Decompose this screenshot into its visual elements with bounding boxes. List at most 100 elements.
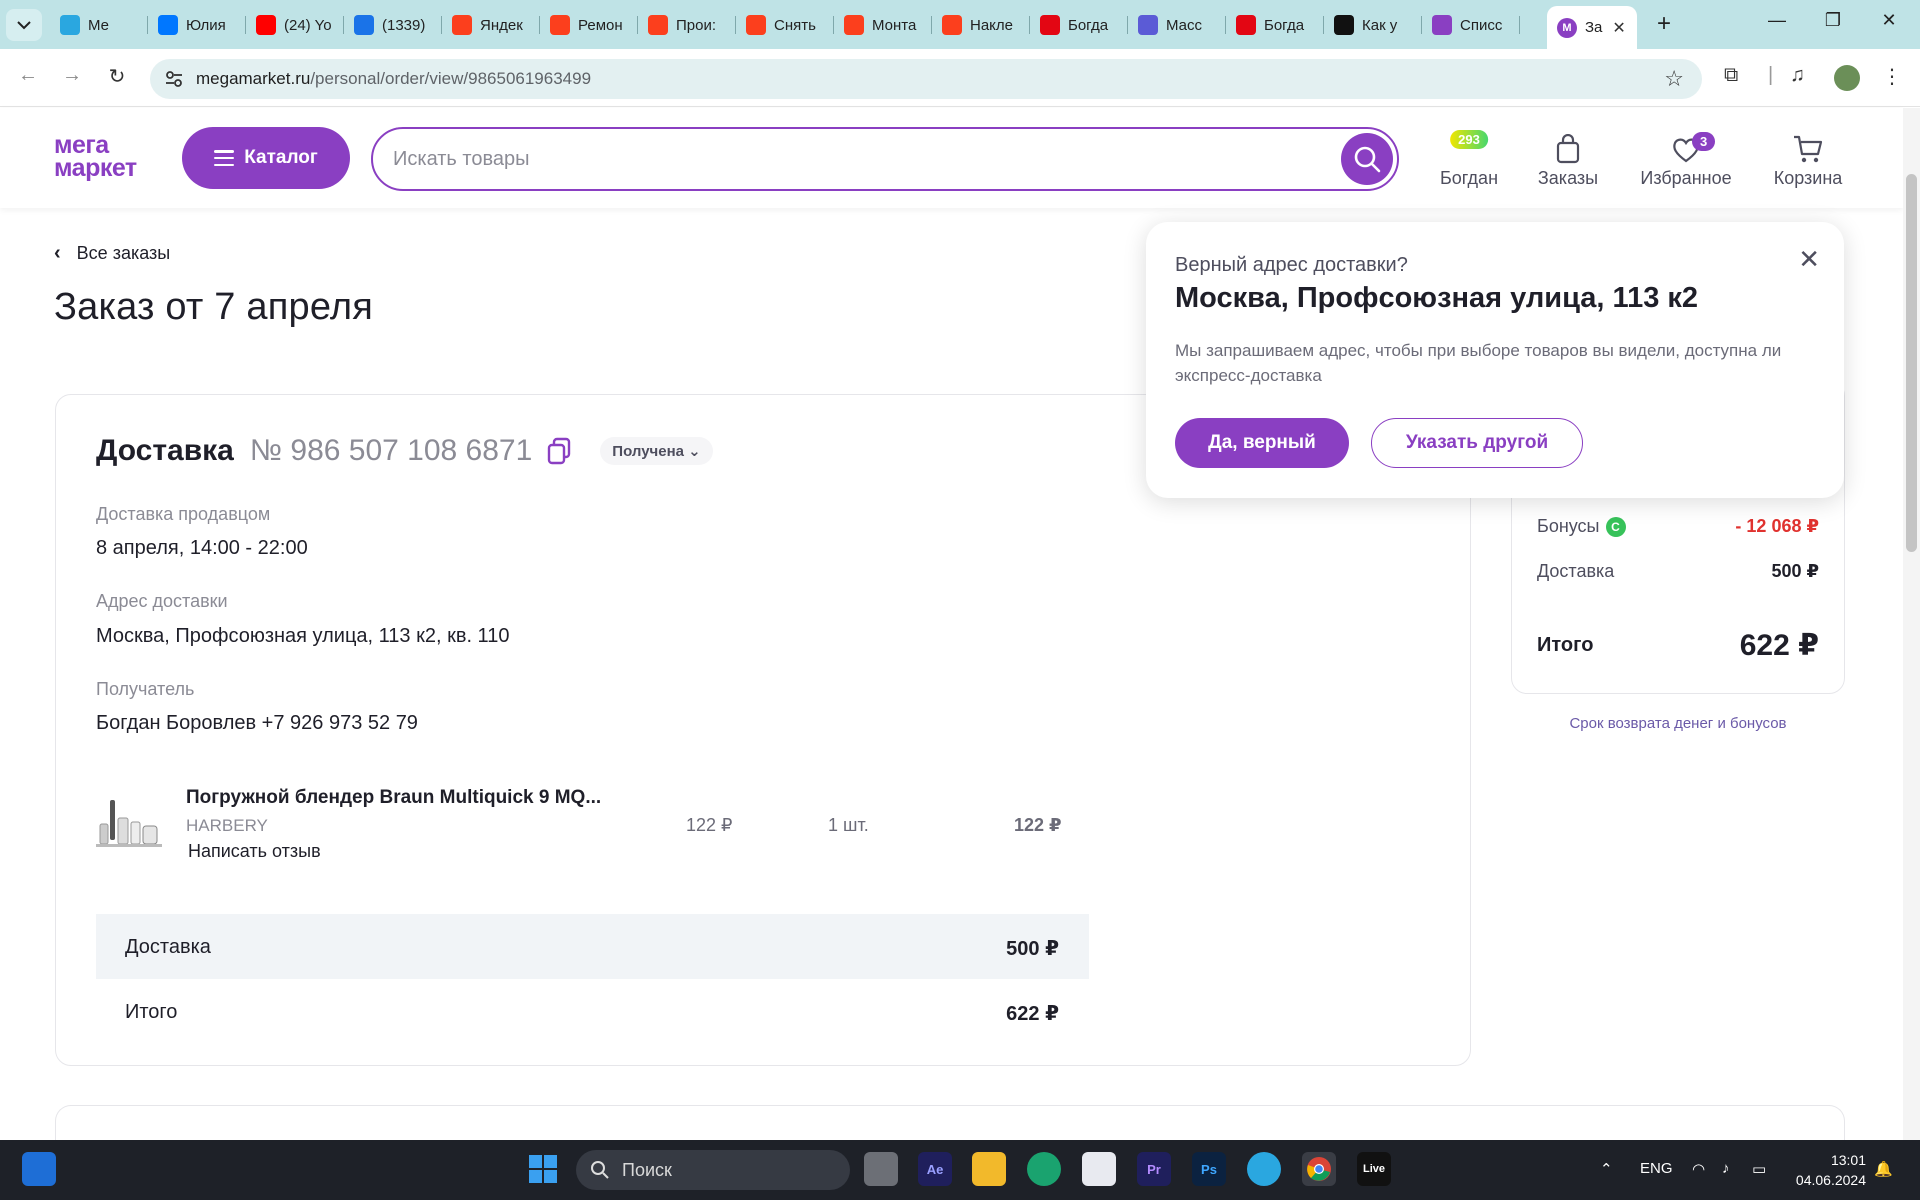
tab-title: Юлия: [186, 16, 226, 34]
tab-active[interactable]: M За ✕: [1547, 6, 1637, 49]
store-icon[interactable]: [1082, 1152, 1116, 1186]
profile-avatar[interactable]: [1834, 65, 1860, 91]
delivery-method-value: 8 апреля, 14:00 - 22:00: [96, 537, 308, 559]
browser-tab[interactable]: Монта: [834, 6, 932, 44]
close-window-button[interactable]: ✕: [1874, 10, 1904, 31]
site-settings-icon[interactable]: [164, 69, 184, 89]
premiere-icon[interactable]: Pr: [1137, 1152, 1171, 1186]
delivery-cost-value: 500 ₽: [1006, 938, 1059, 960]
browser-tab[interactable]: Яндек: [442, 6, 540, 44]
browser-tab[interactable]: Ремон: [540, 6, 638, 44]
taskbar-search[interactable]: Поиск: [576, 1150, 850, 1190]
recipient-label: Получатель: [96, 679, 195, 699]
windows-taskbar: Поиск Ae Pr Ps Live ⌃ ENG ◠ ♪ ▭ 13:01 04…: [0, 1140, 1920, 1200]
tab-title: Прои:: [676, 16, 717, 34]
refund-terms-link[interactable]: Срок возврата денег и бонусов: [1511, 715, 1845, 732]
reload-button[interactable]: ↻: [103, 64, 131, 89]
media-control-icon[interactable]: ♫: [1790, 64, 1805, 87]
cart-label: Корзина: [1773, 168, 1843, 188]
browser-tab[interactable]: Богда: [1030, 6, 1128, 44]
scrollbar-thumb[interactable]: [1906, 174, 1917, 552]
task-view-icon[interactable]: [864, 1152, 898, 1186]
product-name[interactable]: Погружной блендер Braun Multiquick 9 MQ.…: [186, 787, 601, 809]
bookmark-star-icon[interactable]: ☆: [1664, 66, 1684, 92]
volume-icon[interactable]: ♪: [1722, 1160, 1730, 1177]
back-button[interactable]: ←: [14, 64, 42, 87]
search-input[interactable]: [393, 145, 1273, 173]
browser-menu-icon[interactable]: ⋮: [1882, 64, 1902, 89]
close-icon[interactable]: ✕: [1798, 244, 1820, 275]
wifi-icon[interactable]: ◠: [1692, 1160, 1705, 1178]
write-review-link[interactable]: Написать отзыв: [188, 841, 321, 862]
delivery-cost-label: Доставка: [125, 936, 211, 958]
page-scrollbar[interactable]: [1903, 108, 1920, 1140]
clock-time: 13:01: [1830, 1152, 1866, 1168]
address-value: Москва, Профсоюзная улица, 113 к2, кв. 1…: [96, 625, 510, 647]
bonus-coin-icon: C: [1605, 517, 1626, 538]
telegram-icon[interactable]: [1247, 1152, 1281, 1186]
browser-tab[interactable]: Юлия: [148, 6, 246, 44]
browser-tab[interactable]: Списс: [1422, 6, 1520, 44]
megamarket-logo[interactable]: мега маркет: [54, 133, 137, 182]
start-button[interactable]: [526, 1152, 560, 1186]
live-app-icon[interactable]: Live: [1357, 1152, 1391, 1186]
search-button[interactable]: [1341, 133, 1393, 185]
extensions-icon[interactable]: ⧉: [1724, 64, 1738, 87]
tab-search-button[interactable]: [6, 9, 42, 41]
after-effects-icon[interactable]: Ae: [918, 1152, 952, 1186]
status-dropdown[interactable]: Получена ⌄: [600, 437, 713, 465]
favorites-count-badge: 3: [1692, 132, 1716, 151]
photoshop-icon[interactable]: Ps: [1192, 1152, 1226, 1186]
orders-link[interactable]: Заказы: [1536, 130, 1600, 189]
tab-favicon: [1334, 15, 1354, 35]
browser-tab[interactable]: (24) Yo: [246, 6, 344, 44]
tab-favicon: [844, 15, 864, 35]
browser-tab[interactable]: Прои:: [638, 6, 736, 44]
browser-tab[interactable]: Богда: [1226, 6, 1324, 44]
product-image[interactable]: [96, 796, 164, 850]
browser-tab-bar: Ме Юлия (24) Yo (1339) Яндек Ремон Прои: Снять М…: [0, 0, 1920, 49]
notifications-bell-icon[interactable]: 🔔: [1874, 1160, 1893, 1178]
browser-tab[interactable]: Масс: [1128, 6, 1226, 44]
new-tab-button[interactable]: +: [1650, 10, 1678, 38]
minimize-button[interactable]: —: [1762, 10, 1792, 31]
battery-icon[interactable]: ▭: [1752, 1160, 1766, 1178]
summary-delivery-label: Доставка: [1537, 561, 1615, 581]
browser-tab[interactable]: (1339): [344, 6, 442, 44]
language-indicator[interactable]: ENG: [1640, 1160, 1673, 1177]
product-brand[interactable]: HARBERY: [186, 816, 268, 836]
profile-link[interactable]: 293 Богдан: [1438, 130, 1500, 189]
widgets-icon[interactable]: [22, 1152, 56, 1186]
tab-title: Ремон: [578, 16, 623, 34]
tab-favicon: [1040, 15, 1060, 35]
cart-link[interactable]: Корзина: [1772, 130, 1844, 189]
back-to-orders-link[interactable]: ‹ Все заказы: [54, 242, 170, 265]
chrome-icon[interactable]: [1302, 1152, 1336, 1186]
tab-favicon: [60, 15, 80, 35]
show-hidden-icons[interactable]: ⌃: [1600, 1160, 1613, 1178]
catalog-label: Каталог: [244, 147, 318, 168]
megamarket-favicon: M: [1557, 17, 1577, 38]
browser-tab[interactable]: Ме: [50, 6, 148, 44]
delivery-header: Доставка № 986 507 108 6871 Получена ⌄: [96, 434, 713, 468]
edge-icon[interactable]: [1027, 1152, 1061, 1186]
browser-tab[interactable]: Как у: [1324, 6, 1422, 44]
forward-button[interactable]: →: [58, 64, 86, 87]
order-total-value: 622 ₽: [1006, 1003, 1059, 1025]
address-bar[interactable]: megamarket.ru/personal/order/view/986506…: [150, 59, 1702, 99]
copy-icon[interactable]: [546, 437, 572, 465]
file-explorer-icon[interactable]: [972, 1152, 1006, 1186]
close-tab-icon[interactable]: ✕: [1612, 18, 1625, 38]
confirm-address-button[interactable]: Да, верный: [1175, 418, 1349, 468]
restore-button[interactable]: ❐: [1818, 10, 1848, 31]
logo-line-2: маркет: [54, 154, 137, 182]
change-address-button[interactable]: Указать другой: [1371, 418, 1583, 468]
taskbar-clock[interactable]: 13:01 04.06.2024: [1790, 1150, 1866, 1190]
browser-tab[interactable]: Накле: [932, 6, 1030, 44]
catalog-button[interactable]: Каталог: [182, 127, 350, 189]
favorites-link[interactable]: 3 Избранное: [1636, 130, 1736, 189]
tab-favicon: [550, 15, 570, 35]
delivery-cost-row: Доставка 500 ₽: [96, 914, 1089, 979]
browser-tab[interactable]: Снять: [736, 6, 834, 44]
summary-delivery-line: Доставка 500 ₽: [1537, 561, 1819, 582]
